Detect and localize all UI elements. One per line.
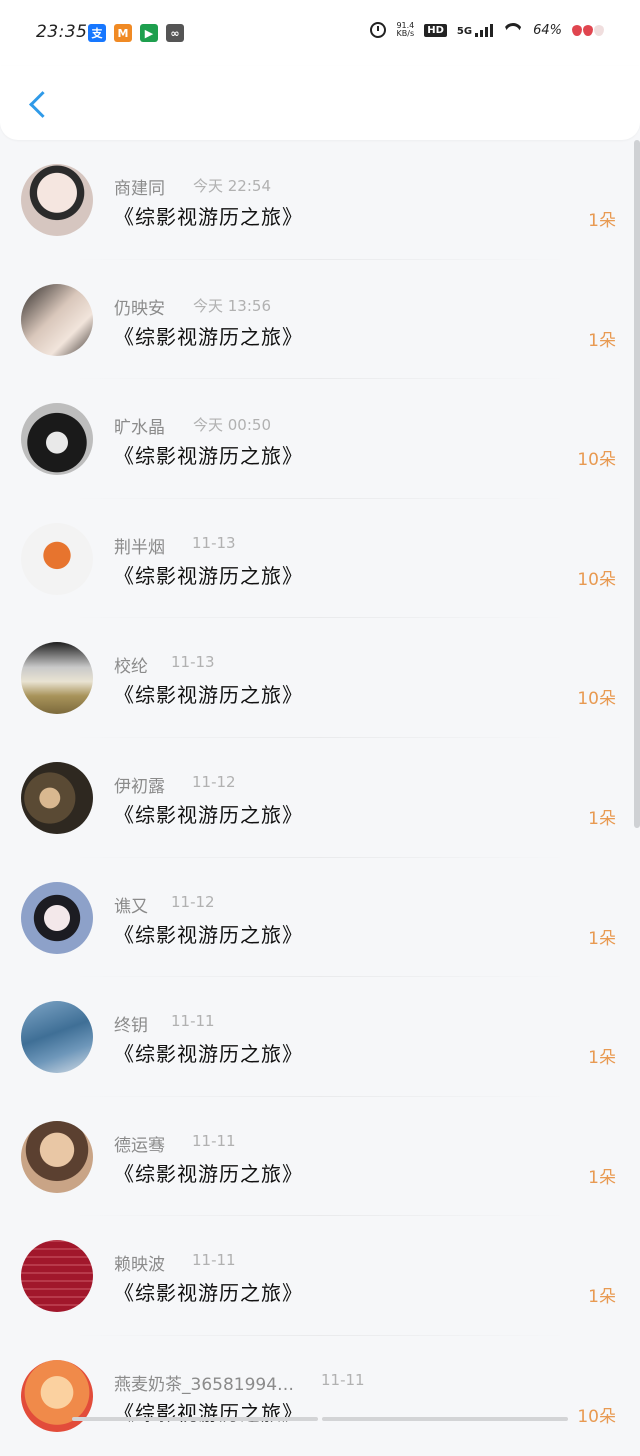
avatar[interactable]	[21, 403, 93, 476]
user-name[interactable]: 荆半烟	[114, 533, 165, 558]
user-name[interactable]: 旷水晶	[114, 413, 165, 438]
user-name[interactable]: 赖映波	[114, 1250, 165, 1275]
book-title[interactable]: 《综影视游历之旅》	[114, 1397, 303, 1426]
post-time: 11-13	[192, 533, 236, 552]
flower-count: 10朵	[577, 1406, 616, 1427]
alarm-icon	[370, 22, 387, 38]
avatar[interactable]	[21, 164, 93, 236]
list-item[interactable]: 伊初露 11-12 《综影视游历之旅》 1朵	[0, 738, 640, 858]
status-app-icons: 支 M ▶ ∞	[88, 24, 184, 42]
book-title[interactable]: 《综影视游历之旅》	[114, 321, 303, 350]
bottom-indicator	[72, 1417, 568, 1421]
avatar[interactable]	[21, 1240, 93, 1313]
status-bar: 23:35 支 M ▶ ∞ 91.4 KB/s HD 5G 64%	[0, 0, 640, 66]
list-item[interactable]: 荆半烟 11-13 《综影视游历之旅》 10朵	[0, 499, 640, 619]
flower-count: 1朵	[588, 928, 616, 949]
list-item[interactable]: 旷水晶 今天 00:50 《综影视游历之旅》 10朵	[0, 379, 640, 499]
book-title[interactable]: 《综影视游历之旅》	[114, 799, 303, 828]
avatar[interactable]	[21, 761, 93, 834]
user-name[interactable]: 德运骞	[114, 1131, 165, 1156]
link-app-icon: ∞	[166, 24, 184, 42]
book-title[interactable]: 《综影视游历之旅》	[114, 679, 303, 708]
post-time: 11-11	[171, 1012, 215, 1031]
avatar[interactable]	[21, 1001, 93, 1074]
flower-count: 10朵	[577, 689, 616, 710]
back-button[interactable]	[18, 80, 58, 128]
avatar[interactable]	[21, 522, 93, 595]
list-item[interactable]: 德运骞 11-11 《综影视游历之旅》 1朵	[0, 1097, 640, 1217]
flower-count: 1朵	[588, 211, 616, 231]
avatar[interactable]	[21, 1120, 93, 1193]
book-title[interactable]: 《综影视游历之旅》	[114, 919, 303, 948]
video-app-icon: ▶	[140, 24, 158, 42]
flower-count: 1朵	[588, 1167, 616, 1188]
status-time: 23:35	[36, 22, 88, 42]
post-time: 11-11	[192, 1131, 236, 1150]
list-item[interactable]: 赖映波 11-11 《综影视游历之旅》 1朵	[0, 1216, 640, 1336]
user-name[interactable]: 商建同	[114, 174, 165, 199]
list-item[interactable]: 燕麦奶茶_36581994… 11-11 《综影视游历之旅》 10朵	[0, 1336, 640, 1456]
user-name[interactable]: 燕麦奶茶_36581994…	[114, 1370, 294, 1395]
post-time: 11-12	[192, 772, 236, 791]
book-title[interactable]: 《综影视游历之旅》	[114, 1277, 303, 1306]
list-item[interactable]: 谯又 11-12 《综影视游历之旅》 1朵	[0, 858, 640, 978]
book-title[interactable]: 《综影视游历之旅》	[114, 1038, 303, 1067]
flower-count: 1朵	[588, 1048, 616, 1069]
scrollbar[interactable]	[634, 140, 640, 828]
signal-5g-label: 5G	[456, 25, 473, 37]
avatar[interactable]	[21, 1359, 93, 1432]
book-title[interactable]: 《综影视游历之旅》	[114, 1158, 303, 1187]
user-name[interactable]: 仍映安	[114, 294, 165, 319]
post-time: 今天 22:54	[193, 177, 271, 195]
list-item[interactable]: 校纶 11-13 《综影视游历之旅》 10朵	[0, 618, 640, 738]
post-time: 11-12	[171, 892, 215, 911]
wifi-icon	[503, 23, 523, 37]
flower-count: 1朵	[588, 1287, 616, 1308]
post-time: 11-11	[192, 1251, 236, 1270]
post-time: 今天 00:50	[193, 416, 271, 435]
flower-count: 1朵	[588, 808, 616, 829]
alipay-icon: 支	[88, 24, 106, 42]
post-time: 11-13	[171, 653, 215, 672]
gift-record-list: 商建同 今天 22:54 《综影视游历之旅》 1朵 仍映安 今天 13:56 《…	[0, 140, 640, 1456]
flower-count: 1朵	[588, 330, 616, 351]
user-name[interactable]: 终钥	[114, 1011, 148, 1036]
avatar[interactable]	[21, 881, 93, 954]
app-m-icon: M	[114, 24, 132, 42]
network-speed: 91.4 KB/s	[396, 22, 414, 38]
flower-count: 10朵	[577, 450, 616, 471]
hd-badge: HD	[424, 23, 447, 37]
signal-5g-icon: 5G	[456, 23, 494, 37]
status-right-group: 91.4 KB/s HD 5G 64%	[370, 22, 604, 38]
battery-level: 64%	[533, 22, 562, 38]
list-item[interactable]: 仍映安 今天 13:56 《综影视游历之旅》 1朵	[0, 260, 640, 380]
avatar[interactable]	[21, 283, 93, 356]
post-time: 11-11	[321, 1370, 365, 1389]
book-title[interactable]: 《综影视游历之旅》	[114, 440, 303, 469]
user-name[interactable]: 谯又	[114, 892, 148, 917]
post-time: 今天 13:56	[193, 296, 271, 315]
user-name[interactable]: 校纶	[114, 652, 148, 677]
avatar[interactable]	[21, 642, 93, 715]
flower-count: 10朵	[577, 569, 616, 590]
book-title[interactable]: 《综影视游历之旅》	[114, 201, 303, 230]
signal-bars-icon	[475, 23, 494, 37]
header	[0, 66, 640, 140]
chevron-left-icon	[28, 90, 56, 118]
battery-icon	[572, 24, 604, 36]
user-name[interactable]: 伊初露	[114, 772, 165, 797]
network-speed-unit: KB/s	[396, 29, 415, 38]
book-title[interactable]: 《综影视游历之旅》	[114, 560, 303, 589]
list-item[interactable]: 终钥 11-11 《综影视游历之旅》 1朵	[0, 977, 640, 1097]
list-item[interactable]: 商建同 今天 22:54 《综影视游历之旅》 1朵	[0, 140, 640, 260]
